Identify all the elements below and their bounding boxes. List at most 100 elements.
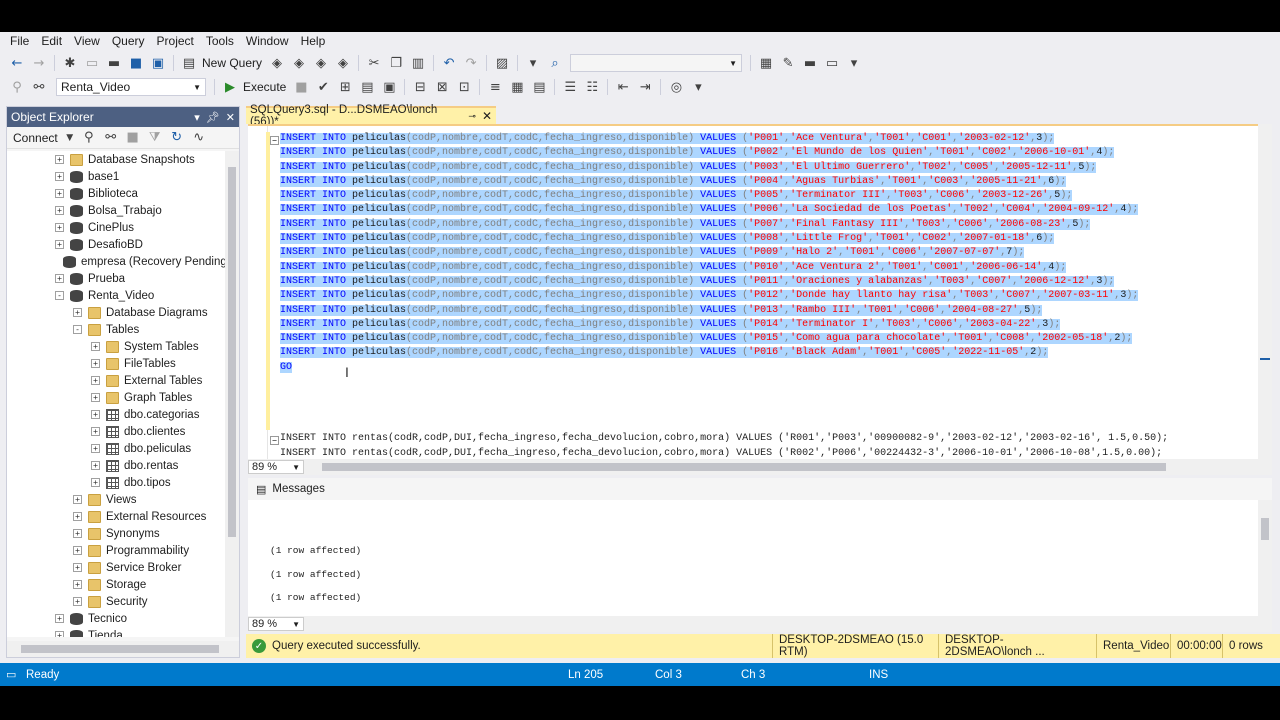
toolbar-options-icon[interactable]: ▾ bbox=[690, 79, 706, 95]
menu-view[interactable]: View bbox=[68, 34, 106, 48]
live-stats-icon[interactable]: ⊠ bbox=[434, 79, 450, 95]
code-line[interactable]: INSERT INTO peliculas(codP,nombre,codT,c… bbox=[280, 346, 1168, 360]
results-to-file-icon[interactable]: ▤ bbox=[531, 79, 547, 95]
collapse-icon[interactable]: - bbox=[73, 325, 82, 334]
expand-icon[interactable]: + bbox=[91, 427, 100, 436]
code-line[interactable]: INSERT INTO peliculas(codP,nombre,codT,c… bbox=[280, 289, 1168, 303]
database-selector[interactable]: Renta_Video ▼ bbox=[56, 78, 206, 96]
code-line[interactable]: INSERT INTO rentas(codR,codP,DUI,fecha_i… bbox=[280, 432, 1168, 446]
tree-node[interactable]: + Bolsa_Trabajo bbox=[7, 202, 225, 219]
uncomment-icon[interactable]: ☷ bbox=[584, 79, 600, 95]
menu-file[interactable]: File bbox=[4, 34, 35, 48]
tree-node[interactable]: + dbo.peliculas bbox=[7, 440, 225, 457]
code-line[interactable]: INSERT INTO rentas(codR,codP,DUI,fecha_i… bbox=[280, 447, 1168, 459]
tab-sqlquery3[interactable]: SQLQuery3.sql - D...DSMEAO\lonch (56))* … bbox=[246, 104, 496, 128]
expand-icon[interactable]: + bbox=[55, 189, 64, 198]
expand-icon[interactable]: + bbox=[73, 495, 82, 504]
tree-node[interactable]: + Prueba bbox=[7, 270, 225, 287]
expand-icon[interactable]: + bbox=[55, 240, 64, 249]
menu-edit[interactable]: Edit bbox=[35, 34, 68, 48]
execute-button[interactable]: Execute bbox=[243, 80, 286, 94]
query-options-icon[interactable]: ▤ bbox=[359, 79, 375, 95]
window-layout-icon[interactable]: ▭ bbox=[824, 55, 840, 71]
tree-node[interactable]: + Tienda bbox=[7, 627, 225, 637]
code-line-blank[interactable] bbox=[280, 389, 1168, 403]
tree-node[interactable]: + Programmability bbox=[7, 542, 225, 559]
cut-icon[interactable]: ✂ bbox=[366, 55, 382, 71]
activity-monitor-icon[interactable]: ▨ bbox=[494, 55, 510, 71]
save-icon[interactable]: ■ bbox=[128, 55, 144, 71]
expand-icon[interactable]: + bbox=[55, 155, 64, 164]
tree-node[interactable]: + External Resources bbox=[7, 508, 225, 525]
expand-icon[interactable]: + bbox=[55, 172, 64, 181]
object-explorer-icon[interactable]: ▦ bbox=[758, 55, 774, 71]
tree-node[interactable]: + dbo.categorias bbox=[7, 406, 225, 423]
tree-node[interactable]: + External Tables bbox=[7, 372, 225, 389]
code-line[interactable]: INSERT INTO peliculas(codP,nombre,codT,c… bbox=[280, 332, 1168, 346]
expand-icon[interactable]: + bbox=[73, 308, 82, 317]
expand-icon[interactable]: + bbox=[91, 376, 100, 385]
parse-icon[interactable]: ✔ bbox=[315, 79, 331, 95]
code-line[interactable]: INSERT INTO peliculas(codP,nombre,codT,c… bbox=[280, 275, 1168, 289]
expand-icon[interactable]: + bbox=[55, 274, 64, 283]
new-file-icon[interactable]: ▭ bbox=[84, 55, 100, 71]
expand-icon[interactable]: + bbox=[73, 563, 82, 572]
tree-node[interactable]: + dbo.rentas bbox=[7, 457, 225, 474]
code-line[interactable]: INSERT INTO peliculas(codP,nombre,codT,c… bbox=[280, 203, 1168, 217]
decrease-indent-icon[interactable]: ⇤ bbox=[615, 79, 631, 95]
editor-horizontal-scroll-thumb[interactable] bbox=[322, 463, 1166, 471]
menu-project[interactable]: Project bbox=[151, 34, 200, 48]
intellisense-icon[interactable]: ▣ bbox=[381, 79, 397, 95]
find-icon[interactable]: ⌕ bbox=[547, 55, 563, 71]
expand-icon[interactable]: + bbox=[73, 529, 82, 538]
expand-icon[interactable]: + bbox=[91, 410, 100, 419]
results-to-grid-icon[interactable]: ▦ bbox=[509, 79, 525, 95]
close-tab-icon[interactable]: ✕ bbox=[482, 109, 492, 123]
close-icon[interactable]: ✕ bbox=[226, 111, 235, 124]
code-line[interactable]: INSERT INTO peliculas(codP,nombre,codT,c… bbox=[280, 318, 1168, 332]
dax-query-icon[interactable]: ◈ bbox=[335, 55, 351, 71]
code-line[interactable]: INSERT INTO peliculas(codP,nombre,codT,c… bbox=[280, 261, 1168, 275]
xmla-query-icon[interactable]: ◈ bbox=[313, 55, 329, 71]
query-editor[interactable]: − − INSERT INTO peliculas(codP,nombre,co… bbox=[248, 124, 1258, 459]
tree-node[interactable]: + Database Diagrams bbox=[7, 304, 225, 321]
tree-node[interactable]: + FileTables bbox=[7, 355, 225, 372]
tree-node[interactable]: + Service Broker bbox=[7, 559, 225, 576]
editor-vertical-scrollbar[interactable] bbox=[1258, 124, 1272, 459]
expand-icon[interactable]: + bbox=[91, 393, 100, 402]
disconnect-icon[interactable]: ⚯ bbox=[103, 130, 119, 146]
new-query-icon[interactable]: ▤ bbox=[181, 55, 197, 71]
redo-icon[interactable]: ↷ bbox=[463, 55, 479, 71]
include-plan-icon[interactable]: ⊟ bbox=[412, 79, 428, 95]
expand-icon[interactable]: + bbox=[91, 359, 100, 368]
results-to-text-icon[interactable]: ≡ bbox=[487, 79, 503, 95]
menu-window[interactable]: Window bbox=[240, 34, 295, 48]
code-line[interactable]: INSERT INTO peliculas(codP,nombre,codT,c… bbox=[280, 232, 1168, 246]
increase-indent-icon[interactable]: ⇥ bbox=[637, 79, 653, 95]
dmx-query-icon[interactable]: ◈ bbox=[291, 55, 307, 71]
paste-icon[interactable]: ▥ bbox=[410, 55, 426, 71]
tree-node[interactable]: + Tecnico bbox=[7, 610, 225, 627]
tree-node[interactable]: + base1 bbox=[7, 168, 225, 185]
expand-icon[interactable]: + bbox=[91, 478, 100, 487]
change-connection-icon[interactable]: ⚯ bbox=[31, 79, 47, 95]
open-folder-icon[interactable]: ▬ bbox=[106, 55, 122, 71]
comment-icon[interactable]: ☰ bbox=[562, 79, 578, 95]
editor-zoom-select[interactable]: 89 % ▼ bbox=[248, 460, 304, 474]
collapse-icon[interactable]: − bbox=[270, 136, 279, 145]
client-stats-icon[interactable]: ⊡ bbox=[456, 79, 472, 95]
new-query-button[interactable]: New Query bbox=[202, 56, 262, 70]
tree-node[interactable]: + Security bbox=[7, 593, 225, 610]
expand-icon[interactable]: + bbox=[55, 223, 64, 232]
expand-icon[interactable]: + bbox=[55, 631, 64, 637]
messages-tab[interactable]: ▤ Messages bbox=[248, 478, 1272, 500]
menu-query[interactable]: Query bbox=[106, 34, 151, 48]
toolbar-options-icon[interactable]: ▾ bbox=[846, 55, 862, 71]
code-line[interactable]: INSERT INTO peliculas(codP,nombre,codT,c… bbox=[280, 175, 1168, 189]
stop-icon[interactable]: ■ bbox=[125, 130, 141, 146]
code-line[interactable]: INSERT INTO peliculas(codP,nombre,codT,c… bbox=[280, 161, 1168, 175]
code-line[interactable]: GO bbox=[280, 361, 1168, 375]
copy-icon[interactable]: ❐ bbox=[388, 55, 404, 71]
tree-node[interactable]: + System Tables bbox=[7, 338, 225, 355]
back-icon[interactable]: ← bbox=[9, 55, 25, 71]
